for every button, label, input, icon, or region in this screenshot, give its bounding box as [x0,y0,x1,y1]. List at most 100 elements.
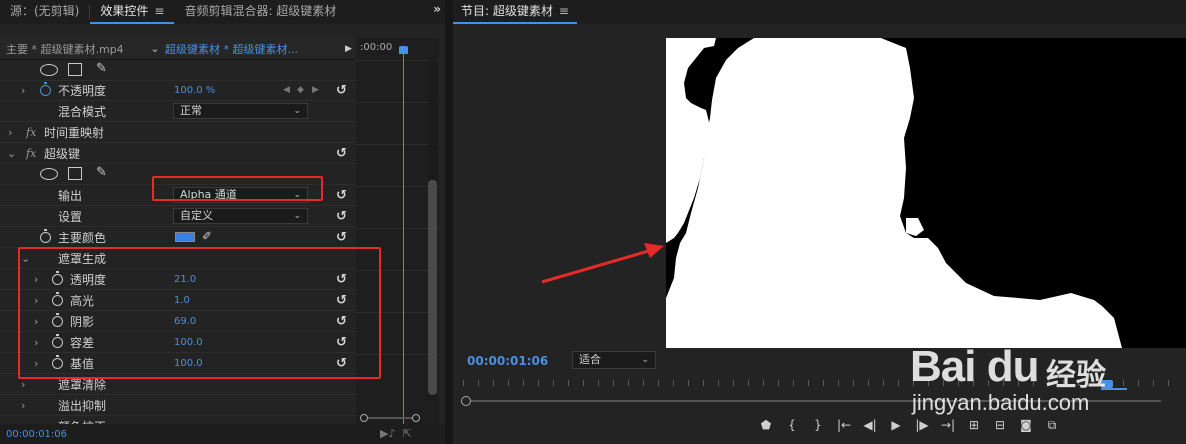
chevron-down-icon: ⌄ [641,355,649,365]
sequence-clip-label[interactable]: 超级键素材 * 超级键素材... [165,41,335,57]
key-color-swatch[interactable] [175,232,195,242]
tab-source[interactable]: 源：(无剪辑) [0,0,89,24]
reset-icon[interactable]: ↺ [336,272,347,287]
overflow-chevron-icon[interactable]: » [433,2,441,16]
scroll-end-knob[interactable] [412,414,420,422]
fx-icon[interactable]: fx [26,147,36,160]
pen-mask-icon[interactable]: ✎ [96,61,107,76]
program-video-frame[interactable] [666,38,1186,348]
extract-icon[interactable]: ⊟ [987,416,1013,434]
chevron-right-icon[interactable]: › [34,357,38,370]
horizontal-zoom-scroll[interactable] [360,414,420,422]
transparency-value[interactable]: 21.0 [174,274,196,285]
opacity-value[interactable]: 100.0 % [174,85,215,96]
panel-divider[interactable] [445,0,453,444]
add-keyframe-icon[interactable]: ◆ [297,85,304,95]
timeline-row-line [356,228,439,229]
stopwatch-icon[interactable] [40,82,51,96]
panel-menu-icon[interactable]: ≡ [154,4,164,18]
scroll-start-knob[interactable] [360,414,368,422]
timeline-row-line [356,354,439,355]
scroll-start-knob[interactable] [461,396,471,406]
go-to-in-icon[interactable]: |← [831,416,857,434]
reset-icon[interactable]: ↺ [336,83,347,98]
ellipse-mask-icon[interactable] [40,168,58,180]
reset-icon[interactable]: ↺ [336,356,347,371]
ellipse-mask-icon[interactable] [40,64,58,76]
export-frame-icon[interactable]: ◙ [1013,416,1039,434]
eyedropper-icon[interactable]: ✐ [202,229,212,243]
chevron-right-icon[interactable]: › [21,399,25,412]
pen-mask-icon[interactable]: ✎ [96,165,107,180]
play-icon[interactable]: ▶ [883,416,909,434]
watermark-cn: 经验 [1046,358,1106,393]
vertical-scrollbar-thumb[interactable] [428,180,437,395]
tab-audio-clip-mixer[interactable]: 音频剪辑混合器: 超级键素材 [174,0,346,24]
reset-icon[interactable]: ↺ [336,146,347,161]
stopwatch-icon[interactable] [52,313,63,327]
ruler-tick [703,380,704,386]
pedestal-value[interactable]: 100.0 [174,358,203,369]
chevron-right-icon[interactable]: › [21,378,25,391]
next-keyframe-icon[interactable]: ▶ [312,85,319,95]
audio-footer-icons[interactable]: ▶♪ ⇱ [380,427,412,440]
reset-icon[interactable]: ↺ [336,188,347,203]
fx-icon[interactable]: fx [26,126,36,139]
mini-timeline[interactable]: :00:00 [356,38,439,424]
ruler-tick [1123,380,1124,386]
stopwatch-icon[interactable] [52,334,63,348]
stopwatch-icon[interactable] [52,355,63,369]
stopwatch-icon[interactable] [52,292,63,306]
program-timecode[interactable]: 00:00:01:06 [467,354,548,368]
master-clip-label[interactable]: 主要 * 超级键素材.mp4 [0,41,145,57]
reset-icon[interactable]: ↺ [336,230,347,245]
transport-controls: ⬟ { } |← ◀| ▶ |▶ →| ⊞ ⊟ ◙ ⧉ [753,416,1065,434]
effect-controls-timecode[interactable]: 00:00:01:06 [6,429,67,440]
program-title: 节目: 超级键素材 [461,4,553,18]
mark-out-icon[interactable]: } [805,416,831,434]
rectangle-mask-icon[interactable] [68,167,82,180]
reset-icon[interactable]: ↺ [336,209,347,224]
chevron-down-icon[interactable]: ⌄ [21,252,30,265]
play-triangle-icon[interactable]: ▶ [335,44,352,54]
tab-effect-controls[interactable]: 效果控件 ≡ [90,0,175,24]
panel-menu-icon[interactable]: ≡ [559,4,569,18]
mark-in-icon[interactable]: { [779,416,805,434]
output-dropdown[interactable]: Alpha 通道 ⌄ [173,187,308,203]
prev-keyframe-icon[interactable]: ◀ [283,85,290,95]
lift-icon[interactable]: ⊞ [961,416,987,434]
reset-icon[interactable]: ↺ [336,293,347,308]
stopwatch-icon[interactable] [40,229,51,243]
pedestal-row: › 基值 100.0 ↺ [0,353,356,374]
fit-dropdown[interactable]: 适合 ⌄ [572,351,656,369]
chevron-right-icon[interactable]: › [34,294,38,307]
go-to-out-icon[interactable]: →| [935,416,961,434]
comparison-view-icon[interactable]: ⧉ [1039,416,1065,434]
blend-mode-dropdown[interactable]: 正常 ⌄ [173,103,308,119]
chevron-right-icon[interactable]: › [34,315,38,328]
tab-effect-controls-label: 效果控件 [100,4,149,18]
setting-row: 设置 自定义 ⌄ ↺ [0,206,356,227]
highlight-value[interactable]: 1.0 [174,295,190,306]
tab-program[interactable]: 节目: 超级键素材 ≡ [453,0,577,24]
chevron-down-icon[interactable]: ⌄ [7,147,16,160]
setting-dropdown[interactable]: 自定义 ⌄ [173,208,308,224]
chevron-right-icon[interactable]: › [34,336,38,349]
effect-properties-list: ✎ › 不透明度 100.0 % ◀ ◆ ▶ ↺ 混合模式 正常 ⌄ › fx … [0,60,356,426]
shadow-value[interactable]: 69.0 [174,316,196,327]
chevron-right-icon[interactable]: › [21,84,25,97]
add-marker-icon[interactable]: ⬟ [753,416,779,434]
stopwatch-icon[interactable] [52,271,63,285]
reset-icon[interactable]: ↺ [336,335,347,350]
scroll-bar[interactable] [368,417,412,419]
tolerance-value[interactable]: 100.0 [174,337,203,348]
step-back-icon[interactable]: ◀| [857,416,883,434]
ruler-tick [643,380,644,386]
matte-cleanup-label: 遮罩清除 [58,377,107,392]
chevron-down-icon[interactable]: ⌄ [145,42,165,55]
step-forward-icon[interactable]: |▶ [909,416,935,434]
chevron-right-icon[interactable]: › [8,126,12,139]
rectangle-mask-icon[interactable] [68,63,82,76]
reset-icon[interactable]: ↺ [336,314,347,329]
chevron-right-icon[interactable]: › [34,273,38,286]
